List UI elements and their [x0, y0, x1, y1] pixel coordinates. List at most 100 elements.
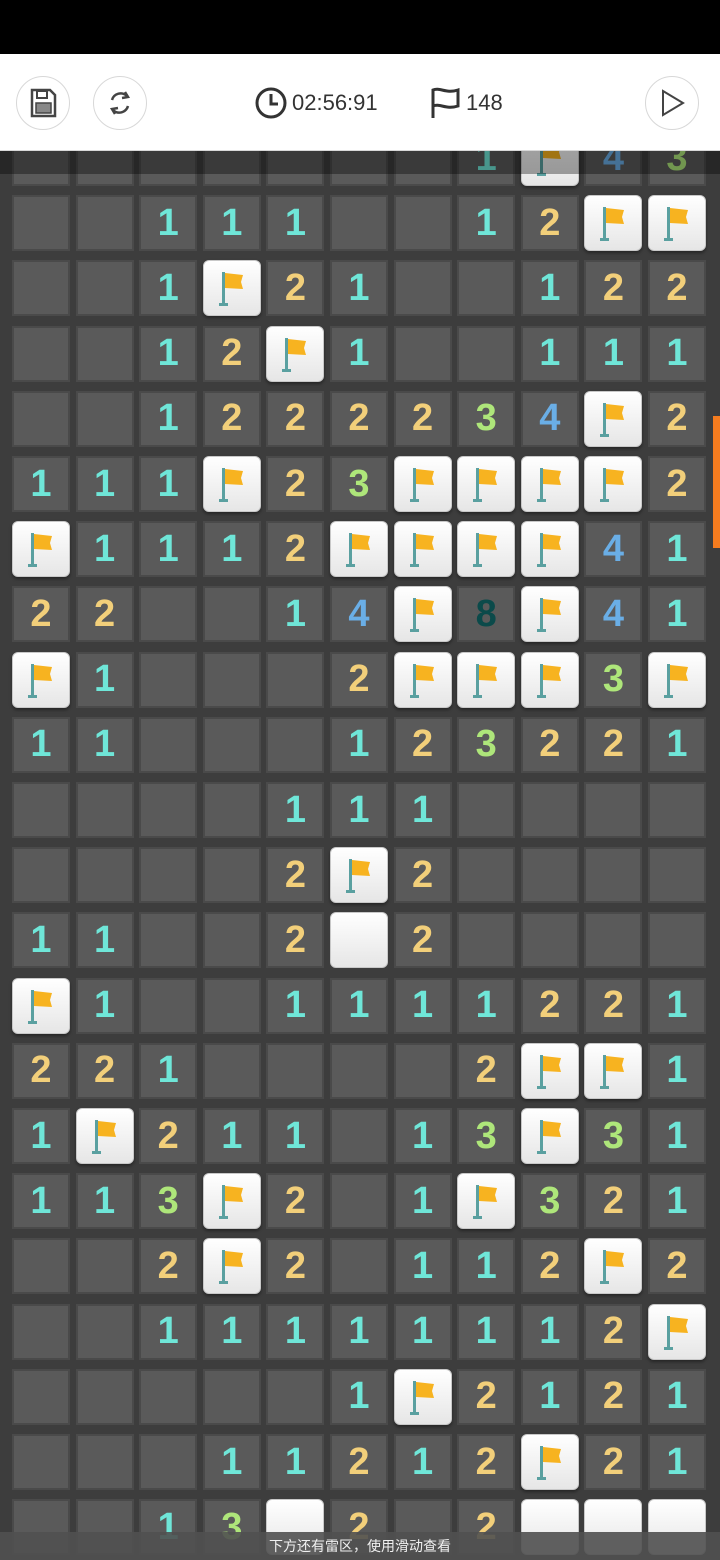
empty-cell[interactable] [520, 847, 579, 904]
number-cell[interactable]: 1 [648, 1368, 706, 1425]
empty-cell[interactable] [202, 847, 261, 904]
number-cell[interactable]: 3 [139, 1173, 198, 1230]
number-cell[interactable]: 1 [139, 195, 198, 252]
number-cell[interactable]: 1 [457, 195, 516, 252]
restart-button[interactable] [93, 76, 147, 130]
number-cell[interactable]: 1 [393, 1238, 452, 1295]
empty-cell[interactable] [457, 782, 516, 838]
flagged-cell[interactable] [648, 651, 706, 708]
number-cell[interactable]: 2 [584, 1173, 643, 1230]
number-cell[interactable]: 1 [139, 456, 198, 512]
number-cell[interactable]: 1 [648, 977, 706, 1034]
number-cell[interactable]: 2 [202, 390, 261, 447]
empty-cell[interactable] [75, 1238, 134, 1295]
empty-cell[interactable] [266, 1042, 325, 1099]
number-cell[interactable]: 2 [393, 390, 452, 447]
flagged-cell[interactable] [330, 521, 388, 578]
empty-cell[interactable] [12, 782, 70, 838]
number-cell[interactable]: 2 [393, 912, 452, 969]
empty-cell[interactable] [330, 195, 388, 252]
empty-cell[interactable] [12, 1434, 70, 1490]
empty-cell[interactable] [12, 390, 70, 447]
empty-cell[interactable] [139, 1368, 198, 1425]
empty-cell[interactable] [75, 195, 134, 252]
empty-cell[interactable] [75, 1368, 134, 1425]
empty-cell[interactable] [12, 260, 70, 317]
flagged-cell[interactable] [520, 1042, 579, 1099]
number-cell[interactable]: 1 [266, 586, 325, 643]
empty-cell[interactable] [202, 716, 261, 773]
number-cell[interactable]: 2 [75, 586, 134, 643]
flagged-cell[interactable] [12, 651, 70, 708]
number-cell[interactable]: 3 [457, 390, 516, 447]
empty-cell[interactable] [75, 260, 134, 317]
empty-cell[interactable] [139, 912, 198, 969]
empty-cell[interactable] [266, 651, 325, 708]
flagged-cell[interactable] [584, 390, 643, 447]
empty-cell[interactable] [12, 1238, 70, 1295]
empty-cell[interactable] [12, 195, 70, 252]
empty-cell[interactable] [520, 782, 579, 838]
number-cell[interactable]: 1 [12, 912, 70, 969]
empty-cell[interactable] [330, 1173, 388, 1230]
number-cell[interactable]: 1 [648, 1173, 706, 1230]
number-cell[interactable]: 1 [648, 1042, 706, 1099]
number-cell[interactable]: 2 [584, 1303, 643, 1360]
number-cell[interactable]: 4 [520, 390, 579, 447]
number-cell[interactable]: 3 [584, 651, 643, 708]
flagged-cell[interactable] [457, 456, 516, 512]
number-cell[interactable]: 3 [330, 456, 388, 512]
empty-cell[interactable] [457, 325, 516, 382]
flagged-cell[interactable] [266, 325, 325, 382]
flagged-cell[interactable] [12, 521, 70, 578]
number-cell[interactable]: 4 [330, 586, 388, 643]
number-cell[interactable]: 2 [584, 260, 643, 317]
number-cell[interactable]: 1 [139, 260, 198, 317]
number-cell[interactable]: 1 [75, 651, 134, 708]
minefield-board[interactable]: 1431111212112212111112222342111232111241… [0, 0, 720, 1560]
flagged-cell[interactable] [584, 195, 643, 252]
number-cell[interactable]: 1 [330, 782, 388, 838]
number-cell[interactable]: 3 [520, 1173, 579, 1230]
number-cell[interactable]: 1 [12, 716, 70, 773]
number-cell[interactable]: 1 [75, 456, 134, 512]
number-cell[interactable]: 1 [12, 1108, 70, 1164]
empty-cell[interactable] [457, 912, 516, 969]
number-cell[interactable]: 1 [393, 1434, 452, 1490]
empty-cell[interactable] [457, 847, 516, 904]
number-cell[interactable]: 1 [266, 1434, 325, 1490]
flagged-cell[interactable] [202, 1238, 261, 1295]
number-cell[interactable]: 1 [266, 782, 325, 838]
empty-cell[interactable] [12, 847, 70, 904]
empty-cell[interactable] [202, 977, 261, 1034]
flagged-cell[interactable] [520, 456, 579, 512]
flagged-cell[interactable] [12, 977, 70, 1034]
number-cell[interactable]: 1 [12, 1173, 70, 1230]
empty-cell[interactable] [330, 1042, 388, 1099]
number-cell[interactable]: 1 [457, 1303, 516, 1360]
number-cell[interactable]: 2 [266, 260, 325, 317]
empty-cell[interactable] [139, 1434, 198, 1490]
number-cell[interactable]: 1 [648, 716, 706, 773]
number-cell[interactable]: 2 [266, 521, 325, 578]
number-cell[interactable]: 2 [648, 260, 706, 317]
number-cell[interactable]: 1 [393, 977, 452, 1034]
number-cell[interactable]: 1 [330, 325, 388, 382]
number-cell[interactable]: 1 [75, 912, 134, 969]
empty-cell[interactable] [520, 912, 579, 969]
number-cell[interactable]: 1 [457, 1238, 516, 1295]
empty-cell[interactable] [75, 1434, 134, 1490]
empty-cell[interactable] [584, 782, 643, 838]
empty-cell[interactable] [202, 912, 261, 969]
number-cell[interactable]: 1 [202, 521, 261, 578]
number-cell[interactable]: 1 [520, 1303, 579, 1360]
number-cell[interactable]: 2 [12, 586, 70, 643]
number-cell[interactable]: 2 [266, 1238, 325, 1295]
number-cell[interactable]: 2 [266, 390, 325, 447]
empty-cell[interactable] [12, 325, 70, 382]
empty-cell[interactable] [202, 1042, 261, 1099]
number-cell[interactable]: 1 [330, 977, 388, 1034]
number-cell[interactable]: 2 [584, 977, 643, 1034]
play-button[interactable] [645, 76, 699, 130]
empty-cell[interactable] [457, 260, 516, 317]
